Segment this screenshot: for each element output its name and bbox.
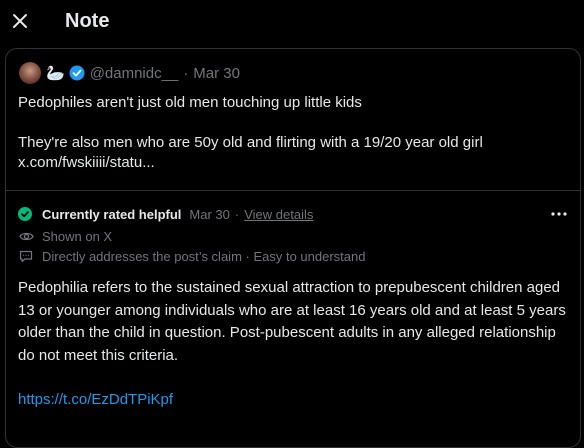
note-body: Pedophilia refers to the sustained sexua… [18,279,566,364]
avatar[interactable] [19,62,41,84]
post-link[interactable]: x.com/fwskiiii/statu... [18,153,568,173]
quoted-post[interactable]: 🦢 @damnidc__ · Mar 30 Pedophiles aren't … [6,49,580,191]
page-title: Note [65,10,110,32]
note-date: Mar 30 [189,206,230,222]
note-status: Currently rated helpful [42,206,182,222]
separator-dot: · [183,64,189,82]
note-reasons: Directly addresses the post’s claim · Ea… [42,248,366,264]
view-details-link[interactable]: View details [244,207,313,222]
top-bar: Note [0,0,584,44]
quoted-post-header: 🦢 @damnidc__ · Mar 30 [18,61,240,85]
author-handle[interactable]: @damnidc__ [90,65,179,82]
more-horizontal-icon [551,212,567,216]
separator-dot: · [234,206,240,222]
post-text-line-1: Pedophiles aren't just old men touching … [18,94,362,111]
note-source-link[interactable]: https://t.co/EzDdTPiKpf [18,389,173,411]
reasons-row: Directly addresses the post’s claim · Ea… [18,247,365,265]
post-text-line-2: They're also men who are 50y old and fli… [18,134,483,151]
quoted-post-text: Pedophiles aren't just old men touching … [18,93,568,173]
post-date[interactable]: Mar 30 [193,65,240,82]
note-card: 🦢 @damnidc__ · Mar 30 Pedophiles aren't … [5,48,581,448]
close-icon [13,14,27,28]
shown-on-row: Shown on X [18,227,112,245]
shown-on-text: Shown on X [42,228,113,244]
comment-icon [18,250,34,263]
verified-badge-icon [69,65,85,81]
close-button[interactable] [8,9,32,33]
note-status-row: Currently rated helpful Mar 30 · View de… [18,205,313,223]
swan-emoji: 🦢 [46,65,65,82]
check-circle-icon [18,207,32,221]
eye-icon [18,231,34,242]
more-options-button[interactable] [549,205,569,223]
